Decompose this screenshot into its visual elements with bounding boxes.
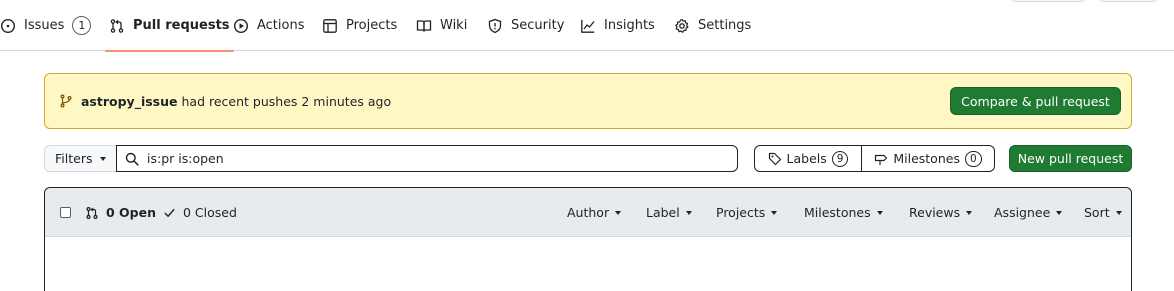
select-label: Projects bbox=[716, 205, 766, 220]
search-field[interactable] bbox=[116, 145, 738, 172]
tab-label: Issues bbox=[24, 18, 65, 33]
tab-projects[interactable]: Projects bbox=[322, 0, 397, 51]
chevron-down-icon bbox=[876, 210, 883, 215]
issue-opened-icon bbox=[0, 18, 16, 33]
milestone-icon bbox=[875, 154, 888, 165]
chevron-down-icon bbox=[100, 156, 107, 161]
closed-filter[interactable]: 0 Closed bbox=[163, 188, 237, 237]
gear-icon bbox=[675, 18, 689, 33]
filters-button[interactable]: Filters bbox=[44, 145, 117, 172]
select-label: Author bbox=[567, 205, 610, 220]
recent-pushes-banner: astropy_issue had recent pushes 2 minute… bbox=[44, 73, 1132, 129]
git-pull-request-icon bbox=[110, 18, 124, 33]
labels-label: Labels bbox=[786, 151, 827, 166]
tab-label: Insights bbox=[604, 18, 655, 33]
reviews-select[interactable]: Reviews bbox=[909, 188, 973, 237]
tab-wiki[interactable]: Wiki bbox=[416, 0, 467, 51]
milestones-button[interactable]: Milestones 0 bbox=[861, 145, 995, 172]
tab-settings[interactable]: Settings bbox=[674, 0, 751, 51]
list-header: 0 Open 0 Closed Author Label Projects Mi… bbox=[45, 188, 1131, 237]
chevron-down-icon bbox=[1056, 210, 1063, 215]
shield-icon bbox=[488, 18, 502, 33]
milestones-label: Milestones bbox=[893, 151, 960, 166]
graph-icon bbox=[581, 19, 595, 33]
tab-label: Settings bbox=[698, 18, 752, 33]
author-select[interactable]: Author bbox=[567, 188, 622, 237]
tab-label: Actions bbox=[257, 18, 305, 33]
select-label: Assignee bbox=[994, 205, 1051, 220]
labels-counter: 9 bbox=[831, 150, 849, 167]
milestones-counter: 0 bbox=[964, 150, 982, 167]
tab-pull-requests[interactable]: Pull requests bbox=[105, 0, 234, 52]
select-label: Milestones bbox=[804, 205, 871, 220]
tab-actions[interactable]: Actions bbox=[233, 0, 305, 51]
open-count: 0 Open bbox=[106, 205, 156, 220]
labels-button[interactable]: Labels 9 bbox=[754, 145, 862, 172]
issues-counter: 1 bbox=[72, 16, 92, 35]
table-icon bbox=[323, 18, 337, 33]
select-all-checkbox[interactable] bbox=[60, 207, 71, 218]
tag-icon bbox=[768, 152, 781, 165]
check-icon bbox=[164, 208, 175, 218]
tab-label: Wiki bbox=[440, 18, 468, 33]
git-branch-icon bbox=[60, 94, 72, 108]
new-pull-request-button[interactable]: New pull request bbox=[1009, 145, 1132, 172]
book-icon bbox=[416, 19, 432, 32]
branch-name[interactable]: astropy_issue bbox=[81, 94, 178, 109]
git-pull-request-icon bbox=[86, 206, 98, 219]
chevron-down-icon bbox=[966, 210, 973, 215]
search-input[interactable] bbox=[147, 151, 707, 166]
tab-label: Pull requests bbox=[133, 18, 230, 33]
compare-pull-request-button[interactable]: Compare & pull request bbox=[950, 87, 1121, 115]
select-label: Reviews bbox=[909, 205, 961, 220]
filters-label: Filters bbox=[55, 151, 93, 166]
play-icon bbox=[233, 18, 249, 33]
tab-security[interactable]: Security bbox=[487, 0, 564, 51]
chevron-down-icon bbox=[1115, 210, 1122, 215]
tab-label: Security bbox=[511, 18, 565, 33]
sort-select[interactable]: Sort bbox=[1084, 188, 1122, 237]
closed-count: 0 Closed bbox=[183, 205, 237, 220]
open-filter[interactable]: 0 Open bbox=[85, 188, 156, 237]
chevron-down-icon bbox=[685, 210, 692, 215]
tab-issues[interactable]: Issues 1 bbox=[0, 0, 92, 51]
milestones-select[interactable]: Milestones bbox=[804, 188, 883, 237]
select-label: Label bbox=[646, 205, 680, 220]
chevron-down-icon bbox=[771, 210, 778, 215]
select-label: Sort bbox=[1084, 205, 1110, 220]
pull-request-list: 0 Open 0 Closed Author Label Projects Mi… bbox=[44, 187, 1132, 291]
repo-nav: Issues 1 Pull requests Actions Projects … bbox=[0, 0, 1174, 52]
banner-message: had recent pushes 2 minutes ago bbox=[181, 93, 392, 109]
tab-label: Projects bbox=[346, 18, 398, 33]
label-select[interactable]: Label bbox=[646, 188, 692, 237]
search-icon bbox=[125, 152, 139, 166]
assignee-select[interactable]: Assignee bbox=[994, 188, 1063, 237]
chevron-down-icon bbox=[615, 210, 622, 215]
tab-insights[interactable]: Insights bbox=[580, 0, 655, 51]
projects-select[interactable]: Projects bbox=[716, 188, 778, 237]
